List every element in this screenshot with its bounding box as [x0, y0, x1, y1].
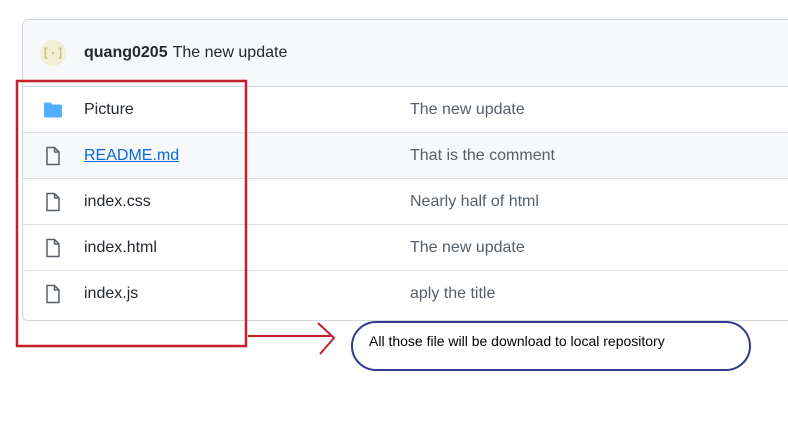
file-name[interactable]: index.css [84, 193, 151, 211]
file-commit-message[interactable]: aply the title [410, 285, 495, 303]
file-name[interactable]: index.js [84, 285, 138, 303]
file-row-readme[interactable]: README.md That is the comment [23, 133, 788, 179]
file-row-index-html[interactable]: index.html The new update [23, 225, 788, 271]
file-commit-message[interactable]: The new update [410, 239, 525, 257]
file-icon [46, 238, 60, 258]
file-row-index-js[interactable]: index.js aply the title [23, 271, 788, 317]
file-commit-message[interactable]: Nearly half of html [410, 193, 539, 211]
commit-message[interactable]: The new update [173, 44, 288, 62]
page: [·] quang0205 The new update Picture The… [0, 0, 788, 423]
file-icon [46, 146, 60, 166]
file-icon [46, 284, 60, 304]
latest-commit-header: [·] quang0205 The new update [23, 20, 788, 87]
annotation-note: All those file will be download to local… [369, 333, 665, 349]
file-row-picture[interactable]: Picture The new update [23, 87, 788, 133]
repo-file-browser: [·] quang0205 The new update Picture The… [22, 19, 788, 321]
avatar[interactable]: [·] [40, 40, 66, 66]
file-commit-message[interactable]: That is the comment [410, 147, 555, 165]
file-commit-message[interactable]: The new update [410, 101, 525, 119]
identicon-icon: [·] [42, 46, 64, 60]
file-row-index-css[interactable]: index.css Nearly half of html [23, 179, 788, 225]
commit-author[interactable]: quang0205 [84, 44, 168, 62]
file-icon [46, 192, 60, 212]
file-name[interactable]: Picture [84, 101, 134, 119]
arrow-head-icon [317, 322, 336, 355]
file-name[interactable]: README.md [84, 147, 179, 165]
file-name[interactable]: index.html [84, 239, 157, 257]
folder-icon [44, 102, 62, 118]
